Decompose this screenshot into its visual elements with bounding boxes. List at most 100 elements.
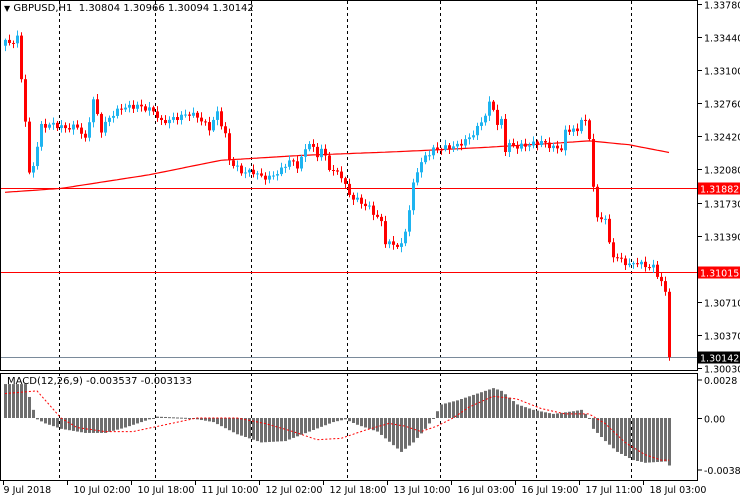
bear-candle [196,112,199,118]
bull-candle [212,119,215,131]
bull-candle [520,143,523,149]
macd-histogram-bar [244,418,247,437]
macd-histogram-bar [620,418,623,454]
macd-histogram-bar [112,418,115,431]
macd-histogram-bar [508,397,511,418]
bear-candle [516,145,519,149]
bear-candle [20,35,23,80]
bull-candle [300,156,303,169]
macd-histogram-bar [360,418,363,427]
macd-histogram-bar [140,418,143,423]
bull-candle [432,147,435,156]
bull-candle [628,263,631,266]
macd-histogram-bar [380,418,383,435]
bear-candle [292,160,295,162]
bull-candle [408,210,411,232]
bull-candle [48,124,51,128]
bear-candle [332,169,335,171]
macd-histogram-bar [144,418,147,421]
bear-candle [312,144,315,147]
bull-candle [256,173,259,175]
macd-histogram-bar [596,418,599,433]
bull-candle [428,155,431,157]
horizontal-levels [1,188,697,358]
macd-histogram-bar [308,418,311,432]
bear-candle [380,216,383,222]
bear-candle [204,121,207,123]
macd-histogram-bar [272,418,275,442]
macd-histogram-bar [328,418,331,424]
macd-histogram-bar [232,418,235,433]
bear-candle [84,133,87,138]
macd-histogram-bar [120,418,123,429]
bear-candle [348,183,351,195]
macd-histogram-bar [568,411,571,418]
bear-candle [440,149,443,151]
bear-candle [360,197,363,204]
bull-candle [288,160,291,167]
time-axis-label: 12 Jul 18:00 [330,485,387,496]
macd-histogram-bar [492,388,495,418]
macd-histogram-bar [264,418,267,443]
macd-histogram-bar [536,410,539,418]
bull-candle [136,104,139,109]
macd-histogram-bar [584,413,587,418]
macd-histogram-bar [116,418,119,430]
bear-candle [448,145,451,149]
macd-histogram-bar [412,418,415,443]
macd-histogram-bar [180,417,183,419]
price-axis-label: 1.30370 [704,332,740,343]
bear-candle [152,107,155,112]
macd-histogram-bar [644,418,647,463]
bull-candle [104,121,107,133]
bull-candle [180,114,183,120]
macd-histogram-bar [268,418,271,442]
macd-histogram-bar [376,418,379,432]
bull-candle [508,143,511,153]
macd-label: MACD(12,26,9) [7,376,83,387]
price-tag-label: 1.31882 [700,185,739,196]
macd-histogram-bar [76,418,79,432]
bear-candle [352,194,355,200]
price-axis-label: 1.30710 [704,299,740,310]
bear-candle [144,106,147,111]
macd-histogram-bar [236,418,239,435]
bear-candle [44,123,47,128]
bear-candle [200,117,203,122]
macd-main-value: -0.003537 [86,376,138,387]
bear-candle [188,114,191,116]
macd-histogram-bar [176,417,179,419]
symbol-timeframe: GBPUSD,H1 [13,3,73,14]
bull-candle [652,264,655,268]
bear-candle [384,221,387,245]
bear-candle [616,257,619,259]
time-axis-label: 12 Jul 02:00 [266,485,323,496]
bear-candle [100,113,103,133]
macd-histogram-bar [220,418,223,427]
macd-histogram-bar [148,418,151,420]
bear-candle [24,79,27,122]
bear-candle [28,121,31,173]
bull-candle [304,149,307,157]
bear-candle [504,118,507,153]
macd-histogram-bar [340,418,343,421]
macd-title: MACD(12,26,9) -0.003537 -0.003133 [7,376,192,387]
macd-histogram-bar [280,418,283,442]
macd-histogram-bar [332,418,335,423]
bull-candle [272,175,275,177]
macd-histogram-bar [604,418,607,442]
bull-candle [192,112,195,116]
macd-histogram-bar [480,392,483,418]
bull-candle [452,146,455,149]
bull-candle [216,111,219,120]
collapse-triangle-icon[interactable]: ▼ [4,4,10,13]
bear-candle [460,143,463,146]
macd-histogram-bar [248,418,251,439]
macd-histogram-bar [48,418,51,425]
macd-histogram-bar [496,389,499,418]
macd-histogram-bar [52,418,55,427]
bull-candle [72,124,75,130]
macd-histogram-bar [404,418,407,449]
macd-histogram-bar [128,418,131,427]
macd-histogram-bar [544,412,547,418]
